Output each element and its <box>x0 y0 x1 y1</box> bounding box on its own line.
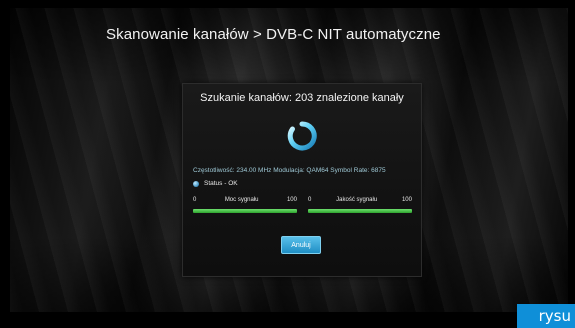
meter-max: 100 <box>401 197 412 203</box>
status-dot-icon <box>193 180 199 187</box>
meter-track <box>193 209 297 213</box>
meter-label: Jakość sygnału <box>336 197 378 203</box>
frequency-info: Częstotliwość: 234.00 MHz Modulacja: QAM… <box>193 167 386 174</box>
status-text: Status - OK <box>204 180 238 187</box>
meter-fill <box>308 209 412 213</box>
meter-fill <box>193 209 297 213</box>
page-title: Skanowanie kanałów > DVB-C NIT automatyc… <box>106 26 441 43</box>
dialog-title: Szukanie kanałów: 203 znalezione kanały <box>200 92 404 104</box>
meter-label: Moc sygnału <box>224 197 259 203</box>
meter-max: 100 <box>286 197 297 203</box>
cancel-button[interactable]: Anuluj <box>281 236 321 254</box>
loading-spinner-icon <box>287 121 317 151</box>
status-row: Status - OK <box>193 180 238 187</box>
tv-screen: Skanowanie kanałów > DVB-C NIT automatyc… <box>10 8 568 312</box>
signal-strength-meter: 0 Moc sygnału 100 <box>193 197 297 213</box>
meter-track <box>308 209 412 213</box>
tv-frame: Skanowanie kanałów > DVB-C NIT automatyc… <box>0 0 575 328</box>
signal-quality-meter: 0 Jakość sygnału 100 <box>308 197 412 213</box>
meter-min: 0 <box>193 197 197 203</box>
meter-min: 0 <box>308 197 312 203</box>
watermark-logo: rysu <box>517 304 575 328</box>
scan-dialog: Szukanie kanałów: 203 znalezione kanały … <box>182 83 422 277</box>
